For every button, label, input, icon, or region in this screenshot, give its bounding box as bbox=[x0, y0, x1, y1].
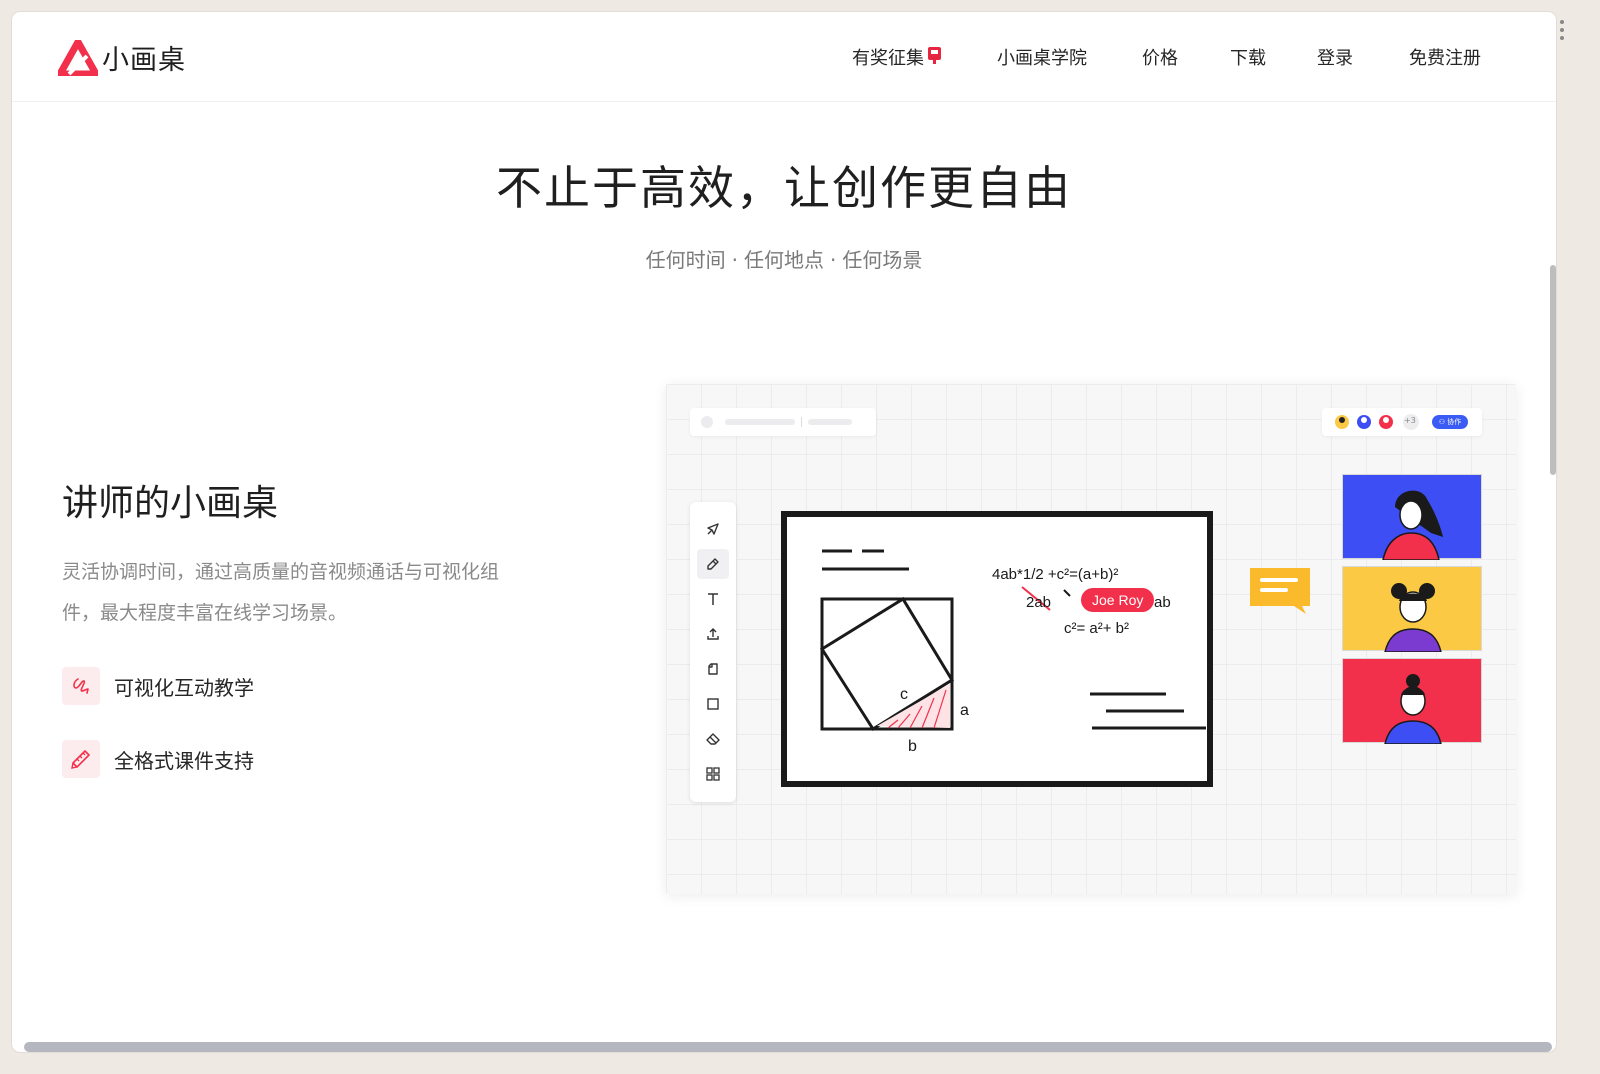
separator-dot: · bbox=[830, 248, 837, 272]
nav-item-download[interactable]: 下载 bbox=[1230, 44, 1266, 70]
site-header: 小画桌 有奖征集 小画桌学院 价格 下载 登录 免费注册 bbox=[12, 12, 1556, 102]
hero-subtitle-part: 任何时间 bbox=[645, 248, 726, 272]
hero-title: 不止于高效，让创作更自由 bbox=[496, 161, 1072, 215]
hero-subtitle: 任何时间 · 任何地点 · 任何场景 bbox=[12, 244, 1556, 273]
cursor-name-tag: Joe Roy bbox=[1081, 588, 1155, 612]
feature-item-courseware[interactable]: 全格式课件支持 bbox=[62, 740, 254, 778]
equation-line-1: 4ab*1/2 +c²=(a+b)² bbox=[992, 566, 1119, 583]
browser-window: 小画桌 有奖征集 小画桌学院 价格 下载 登录 免费注册 不止于高效，让创作更自… bbox=[12, 12, 1556, 1052]
feature-item-label: 全格式课件支持 bbox=[114, 748, 254, 773]
comment-icon bbox=[1250, 568, 1310, 614]
nav-item-academy[interactable]: 小画桌学院 bbox=[997, 44, 1087, 70]
equation-line-3: c²= a²+ b² bbox=[1064, 620, 1130, 637]
ruler-pencil-icon bbox=[62, 740, 100, 778]
nav-item-contest[interactable]: 有奖征集 bbox=[852, 44, 942, 70]
hero-subtitle-part: 任何场景 bbox=[842, 248, 923, 272]
vertical-scrollbar[interactable] bbox=[1550, 265, 1556, 475]
feature-title: 讲师的小画桌 bbox=[62, 483, 279, 524]
equation-struck-term: 2ab bbox=[1026, 594, 1052, 611]
video-tile-1[interactable] bbox=[1342, 474, 1482, 561]
video-tile-2[interactable] bbox=[1342, 566, 1482, 653]
hero-subtitle-part: 任何地点 bbox=[744, 248, 824, 272]
video-tile-3[interactable] bbox=[1342, 658, 1482, 745]
nav-item-login[interactable]: 登录 bbox=[1317, 44, 1353, 70]
separator-dot: · bbox=[731, 248, 738, 272]
nav-item-pricing[interactable]: 价格 bbox=[1142, 44, 1178, 70]
whiteboard-illustration: +3 ⚇ 协作 4ab*1/2 +c²=(a+b)² 2ab ab c²= a²… bbox=[666, 384, 1516, 894]
feature-item-label: 可视化互动教学 bbox=[114, 675, 254, 700]
red-envelope-icon bbox=[927, 46, 942, 69]
logo-text: 小画桌 bbox=[102, 45, 186, 76]
label-b: b bbox=[908, 738, 917, 755]
nav-item-signup[interactable]: 免费注册 bbox=[1409, 44, 1481, 70]
logo-mark-icon bbox=[58, 39, 98, 76]
equation-tail-term: ab bbox=[1154, 594, 1171, 611]
horizontal-scrollbar[interactable] bbox=[24, 1042, 1552, 1052]
nav-item-label: 有奖征集 bbox=[852, 48, 924, 69]
label-c: c bbox=[900, 686, 908, 703]
window-menu-dots-icon[interactable] bbox=[1558, 18, 1566, 46]
scribble-icon bbox=[62, 667, 100, 705]
logo[interactable]: 小画桌 bbox=[58, 38, 186, 77]
feature-description: 灵活协调时间，通过高质量的音视频通话与可视化组件，最大程度丰富在线学习场景。 bbox=[62, 561, 500, 624]
label-a: a bbox=[960, 702, 969, 719]
feature-item-visual-teaching[interactable]: 可视化互动教学 bbox=[62, 667, 254, 705]
